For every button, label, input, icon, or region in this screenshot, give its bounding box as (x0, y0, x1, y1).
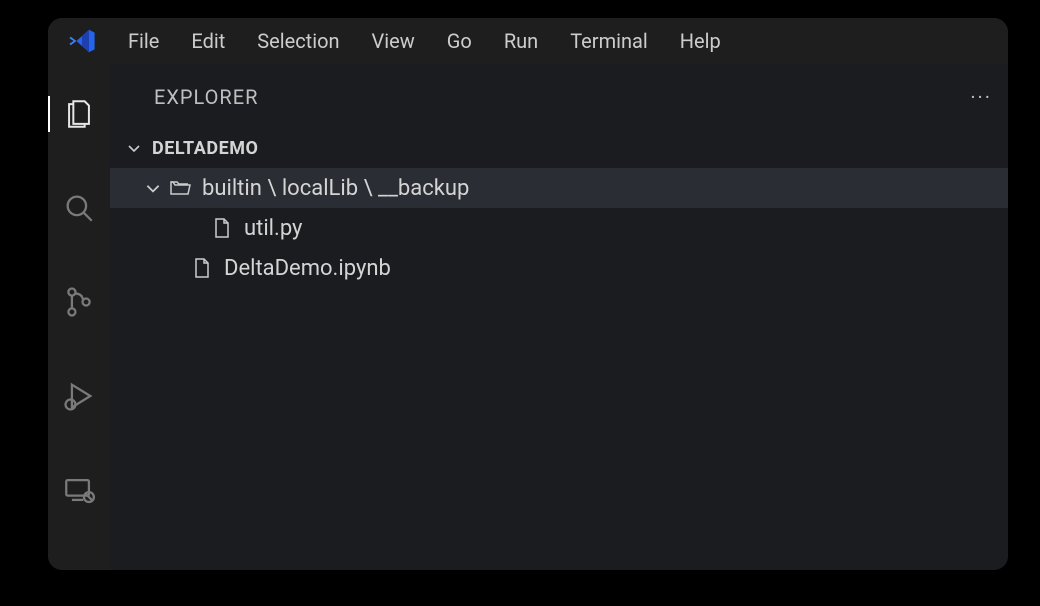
explorer-header: EXPLORER ··· (110, 64, 1008, 130)
menu-terminal-label: Terminal (570, 29, 648, 53)
menu-bar: File Edit Selection View Go Run Terminal… (48, 18, 1008, 64)
menu-view-label: View (372, 29, 415, 53)
activity-source-control[interactable] (48, 278, 110, 326)
explorer-section-header[interactable]: DELTADEMO (110, 130, 1008, 166)
explorer-title: EXPLORER (154, 85, 258, 109)
tree-file-notebook[interactable]: DeltaDemo.ipynb (110, 248, 1008, 288)
search-icon (62, 191, 96, 225)
menu-selection[interactable]: Selection (241, 23, 355, 59)
activity-explorer[interactable] (48, 90, 110, 138)
tree-folder-label: builtin \ localLib \ __backup (202, 176, 469, 201)
activity-remote[interactable] (48, 466, 110, 514)
chevron-down-icon (144, 179, 162, 197)
app-body: EXPLORER ··· DELTADEMO (48, 64, 1008, 570)
activity-search[interactable] (48, 184, 110, 232)
menu-run[interactable]: Run (488, 23, 554, 59)
chevron-down-icon (126, 140, 142, 156)
files-icon (62, 97, 96, 131)
app-window: File Edit Selection View Go Run Terminal… (48, 18, 1008, 570)
menu-go[interactable]: Go (431, 23, 488, 59)
menu-file[interactable]: File (112, 23, 175, 59)
menu-file-label: File (128, 29, 159, 53)
explorer-more-icon[interactable]: ··· (970, 85, 992, 109)
menu-view[interactable]: View (356, 23, 431, 59)
tree-file-util[interactable]: util.py (110, 208, 1008, 248)
remote-icon (62, 473, 96, 507)
run-debug-icon (62, 379, 96, 413)
menu-help[interactable]: Help (664, 23, 737, 59)
explorer-panel: EXPLORER ··· DELTADEMO (110, 64, 1008, 570)
activity-run-debug[interactable] (48, 372, 110, 420)
file-tree: builtin \ localLib \ __backup util.py (110, 166, 1008, 288)
vscode-logo-icon (60, 27, 104, 55)
menu-go-label: Go (447, 29, 472, 53)
file-icon (210, 216, 234, 240)
menu-edit[interactable]: Edit (175, 23, 241, 59)
menu-selection-label: Selection (257, 29, 339, 53)
folder-open-icon (168, 176, 192, 200)
tree-folder-backup[interactable]: builtin \ localLib \ __backup (110, 168, 1008, 208)
tree-file-label: util.py (244, 216, 302, 241)
menu-edit-label: Edit (191, 29, 225, 53)
source-control-icon (62, 285, 96, 319)
menu-run-label: Run (504, 29, 538, 53)
explorer-section-label: DELTADEMO (152, 138, 258, 159)
menu-terminal[interactable]: Terminal (554, 23, 664, 59)
menu-help-label: Help (680, 29, 721, 53)
activity-bar (48, 64, 110, 570)
file-icon (190, 256, 214, 280)
tree-file-label: DeltaDemo.ipynb (224, 256, 391, 281)
